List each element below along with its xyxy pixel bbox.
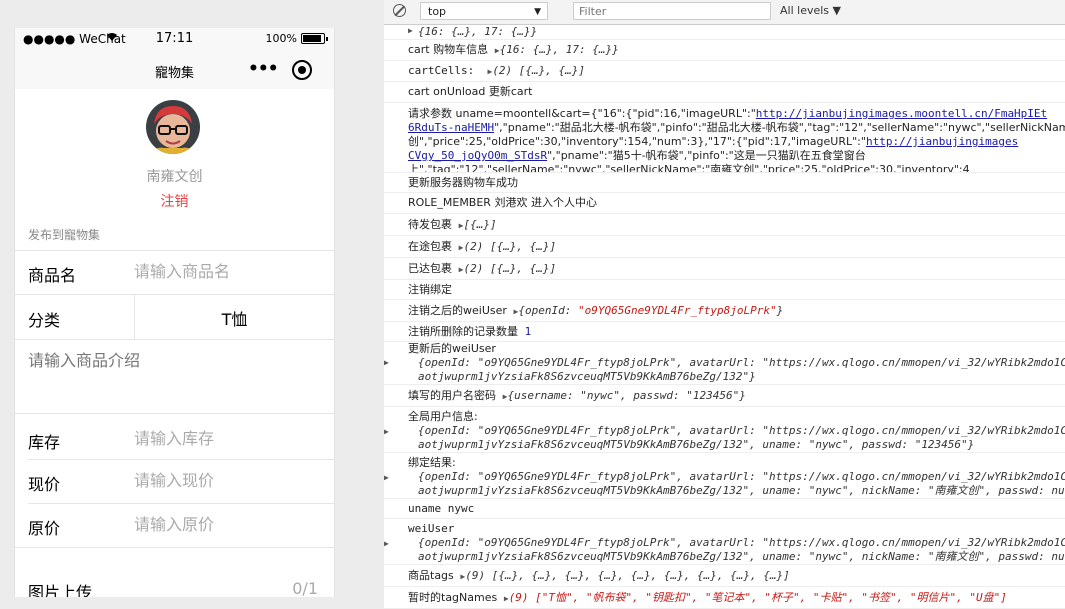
status-bar: ●●●●● WeChat 17:11 100% xyxy=(15,28,334,51)
inventory-input[interactable] xyxy=(134,429,314,448)
chevron-down-icon: ▼ xyxy=(534,7,541,17)
image-upload-label: 图片上传 xyxy=(28,583,93,597)
inventory-row: 库存 xyxy=(15,424,334,459)
log-entry: 暂时的tagNames ▶(9) ["T恤", "帆布袋", "钥匙扣", "笔… xyxy=(384,587,1065,609)
log-entry: 更新服务器购物车成功 xyxy=(384,173,1065,193)
log-entry: cart onUnload 更新cart xyxy=(384,82,1065,103)
filter-input[interactable] xyxy=(573,2,771,20)
avatar[interactable] xyxy=(146,100,200,154)
product-name-row: 商品名 xyxy=(15,251,334,294)
log-entry: 绑定结果: ▶ {openId: "o9YQ65Gne9YDL4Fr_ftyp8j… xyxy=(384,453,1065,499)
devtools-console: top▼ All levels ▼ ▶{16: {…}, 17: {…}} ca… xyxy=(384,0,1065,609)
image-upload-count: 0/1 xyxy=(292,579,318,597)
nav-title: 寵物集 xyxy=(154,66,194,81)
category-row: 分类 T恤 xyxy=(15,295,334,339)
log-entry: cart 购物车信息 ▶{16: {…}, 17: {…}} xyxy=(384,40,1065,61)
log-entry: 待发包裹 ▶[{…}] xyxy=(384,214,1065,236)
log-entry: 更新后的weiUser ▶ {openId: "o9YQ65Gne9YDL4Fr_… xyxy=(384,342,1065,385)
wechat-phone-simulator: ●●●●● WeChat 17:11 100% 寵物集 ••• 南雍文创 注销 … xyxy=(14,28,335,597)
price-row: 现价 xyxy=(15,460,334,503)
original-price-input[interactable] xyxy=(134,515,314,534)
log-entry: 在途包裹 ▶(2) [{…}, {…}] xyxy=(384,236,1065,258)
section-label: 发布到寵物集 xyxy=(28,228,101,242)
logout-button[interactable]: 注销 xyxy=(15,191,334,211)
log-entry: ▶ {16: {…}, 17: {…}} xyxy=(384,25,1065,40)
log-entry: 注销之后的weiUser ▶{openId: "o9YQ65Gne9YDL4Fr… xyxy=(384,300,1065,322)
log-entry: 商品tags ▶(9) [{…}, {…}, {…}, {…}, {…}, {…… xyxy=(384,565,1065,587)
original-price-label: 原价 xyxy=(28,519,61,538)
more-menu-icon[interactable]: ••• xyxy=(248,59,279,79)
log-entry: 填写的用户名密码 ▶{username: "nywc", passwd: "12… xyxy=(384,385,1065,407)
log-entry: 已达包裹 ▶(2) [{…}, {…}] xyxy=(384,258,1065,280)
log-entry: cartCells: ▶(2) [{…}, {…}] xyxy=(384,61,1065,82)
image-upload-row: 图片上传 0/1 xyxy=(15,568,334,597)
price-label: 现价 xyxy=(28,475,61,494)
description-row xyxy=(15,340,334,412)
battery-percent: 100% xyxy=(265,32,297,45)
log-entry: 注销所删除的记录数量 1 xyxy=(384,322,1065,342)
log-levels-select[interactable]: All levels ▼ xyxy=(780,4,841,17)
product-description-textarea[interactable] xyxy=(28,347,318,403)
category-picker[interactable]: T恤 xyxy=(135,306,334,330)
clear-console-icon[interactable] xyxy=(393,4,406,17)
inventory-label: 库存 xyxy=(28,433,61,452)
log-entry: ROLE_MEMBER 刘港欢 进入个人中心 xyxy=(384,193,1065,214)
log-entry: 全局用户信息: ▶ {openId: "o9YQ65Gne9YDL4Fr_ftyp… xyxy=(384,407,1065,453)
context-select[interactable]: top ▼ xyxy=(420,2,548,20)
user-nickname: 南雍文创 xyxy=(146,169,203,185)
log-entry: weiUser ▶ {openId: "o9YQ65Gne9YDL4Fr_ftyp… xyxy=(384,519,1065,565)
battery-icon xyxy=(301,33,325,44)
log-entry: 注销绑定 xyxy=(384,280,1065,300)
nav-bar: 寵物集 ••• xyxy=(15,51,334,89)
original-price-row: 原价 xyxy=(15,504,334,547)
close-capsule-icon[interactable] xyxy=(292,60,312,80)
console-toolbar: top▼ All levels ▼ xyxy=(384,0,1065,25)
category-label: 分类 xyxy=(28,311,61,330)
console-log: ▶ {16: {…}, 17: {…}} cart 购物车信息 ▶{16: {…}… xyxy=(384,25,1065,609)
log-entry: uname nywc xyxy=(384,499,1065,519)
product-name-input[interactable] xyxy=(134,262,314,281)
price-input[interactable] xyxy=(134,471,314,490)
log-entry: 请求参数 uname=moontell&cart={"16":{"pid":16… xyxy=(384,103,1065,173)
product-name-label: 商品名 xyxy=(28,266,77,285)
